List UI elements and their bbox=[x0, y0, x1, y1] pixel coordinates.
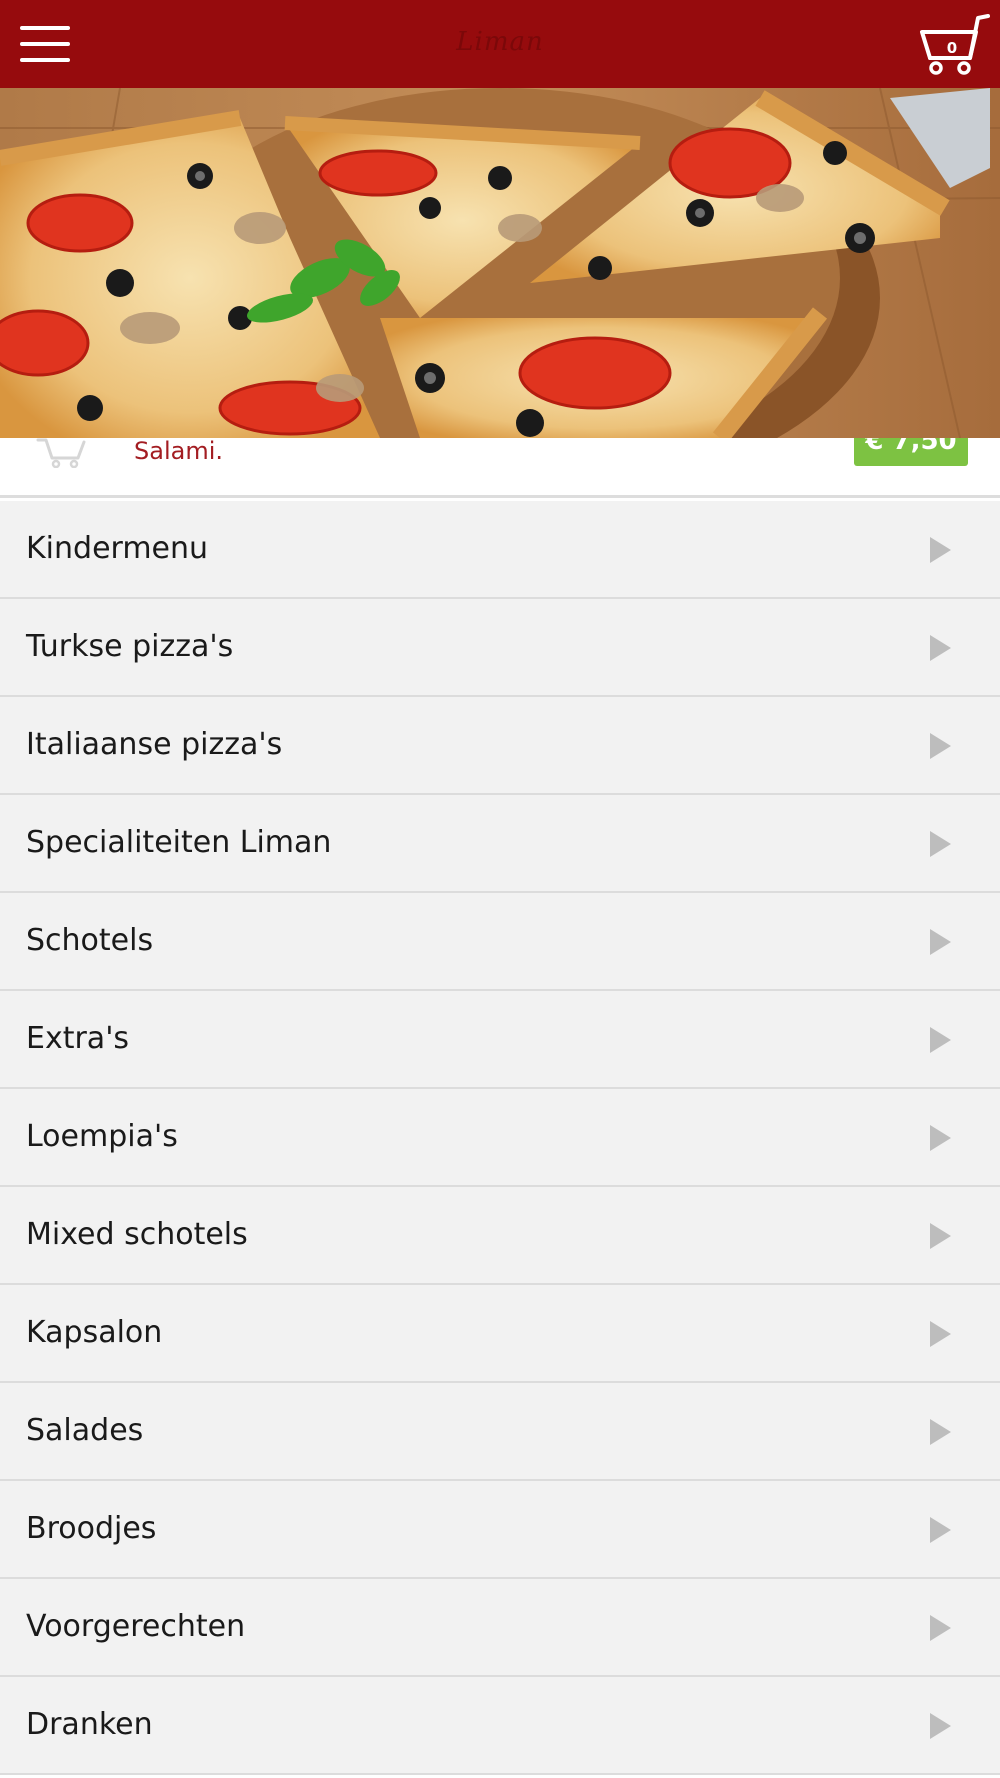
category-label: Mixed schotels bbox=[26, 1217, 248, 1252]
chevron-right-icon bbox=[930, 1615, 951, 1641]
category-item[interactable]: Loempia's bbox=[0, 1089, 1000, 1187]
chevron-right-icon bbox=[930, 1321, 951, 1347]
category-item[interactable]: Italiaanse pizza's bbox=[0, 697, 1000, 795]
chevron-right-icon bbox=[930, 1517, 951, 1543]
menu-line bbox=[20, 58, 70, 62]
category-item[interactable]: Dranken bbox=[0, 1677, 1000, 1775]
category-item[interactable]: Kapsalon bbox=[0, 1285, 1000, 1383]
price-button[interactable]: € 7,50 bbox=[854, 438, 968, 466]
category-item[interactable]: Specialiteiten Liman bbox=[0, 795, 1000, 893]
hero-pizza-image bbox=[0, 88, 1000, 438]
menu-line bbox=[20, 42, 70, 46]
chevron-right-icon bbox=[930, 733, 951, 759]
category-label: Kapsalon bbox=[26, 1315, 163, 1350]
chevron-right-icon bbox=[930, 1125, 951, 1151]
category-item[interactable]: Salades bbox=[0, 1383, 1000, 1481]
cart-count-badge: 0 bbox=[946, 39, 958, 57]
category-label: Specialiteiten Liman bbox=[26, 825, 332, 860]
category-item[interactable]: Kindermenu bbox=[0, 501, 1000, 599]
chevron-right-icon bbox=[930, 1713, 951, 1739]
product-description: Salami. bbox=[134, 437, 223, 465]
top-header: Liman 0 bbox=[0, 0, 1000, 88]
product-row-partial: Salami. € 7,50 bbox=[0, 438, 1000, 498]
hamburger-menu-icon[interactable] bbox=[20, 26, 70, 62]
chevron-right-icon bbox=[930, 1419, 951, 1445]
category-list: Kindermenu Turkse pizza's Italiaanse pizza… bbox=[0, 501, 1000, 1775]
category-label: Broodjes bbox=[26, 1511, 157, 1546]
category-label: Voorgerechten bbox=[26, 1609, 246, 1644]
category-item[interactable]: Broodjes bbox=[0, 1481, 1000, 1579]
add-to-cart-icon[interactable] bbox=[36, 438, 88, 469]
chevron-right-icon bbox=[930, 1223, 951, 1249]
category-item[interactable]: Voorgerechten bbox=[0, 1579, 1000, 1677]
category-label: Kindermenu bbox=[26, 531, 209, 566]
pizza-photo bbox=[0, 88, 1000, 438]
category-label: Salades bbox=[26, 1413, 144, 1448]
category-item[interactable]: Extra's bbox=[0, 991, 1000, 1089]
category-item[interactable]: Schotels bbox=[0, 893, 1000, 991]
category-label: Dranken bbox=[26, 1707, 153, 1742]
restaurant-logo: Liman bbox=[456, 27, 544, 57]
chevron-right-icon bbox=[930, 831, 951, 857]
category-item[interactable]: Turkse pizza's bbox=[0, 599, 1000, 697]
menu-line bbox=[20, 26, 70, 30]
app-screen: Liman 0 Salami. € 7,50 Kindermenu Turkse… bbox=[0, 0, 1000, 1778]
chevron-right-icon bbox=[930, 1027, 951, 1053]
shopping-cart-button[interactable]: 0 bbox=[918, 12, 992, 78]
chevron-right-icon bbox=[930, 635, 951, 661]
category-label: Extra's bbox=[26, 1021, 130, 1056]
category-label: Schotels bbox=[26, 923, 154, 958]
category-label: Turkse pizza's bbox=[26, 629, 234, 664]
category-label: Italiaanse pizza's bbox=[26, 727, 283, 762]
chevron-right-icon bbox=[930, 537, 951, 563]
category-item[interactable]: Mixed schotels bbox=[0, 1187, 1000, 1285]
category-label: Loempia's bbox=[26, 1119, 178, 1154]
chevron-right-icon bbox=[930, 929, 951, 955]
